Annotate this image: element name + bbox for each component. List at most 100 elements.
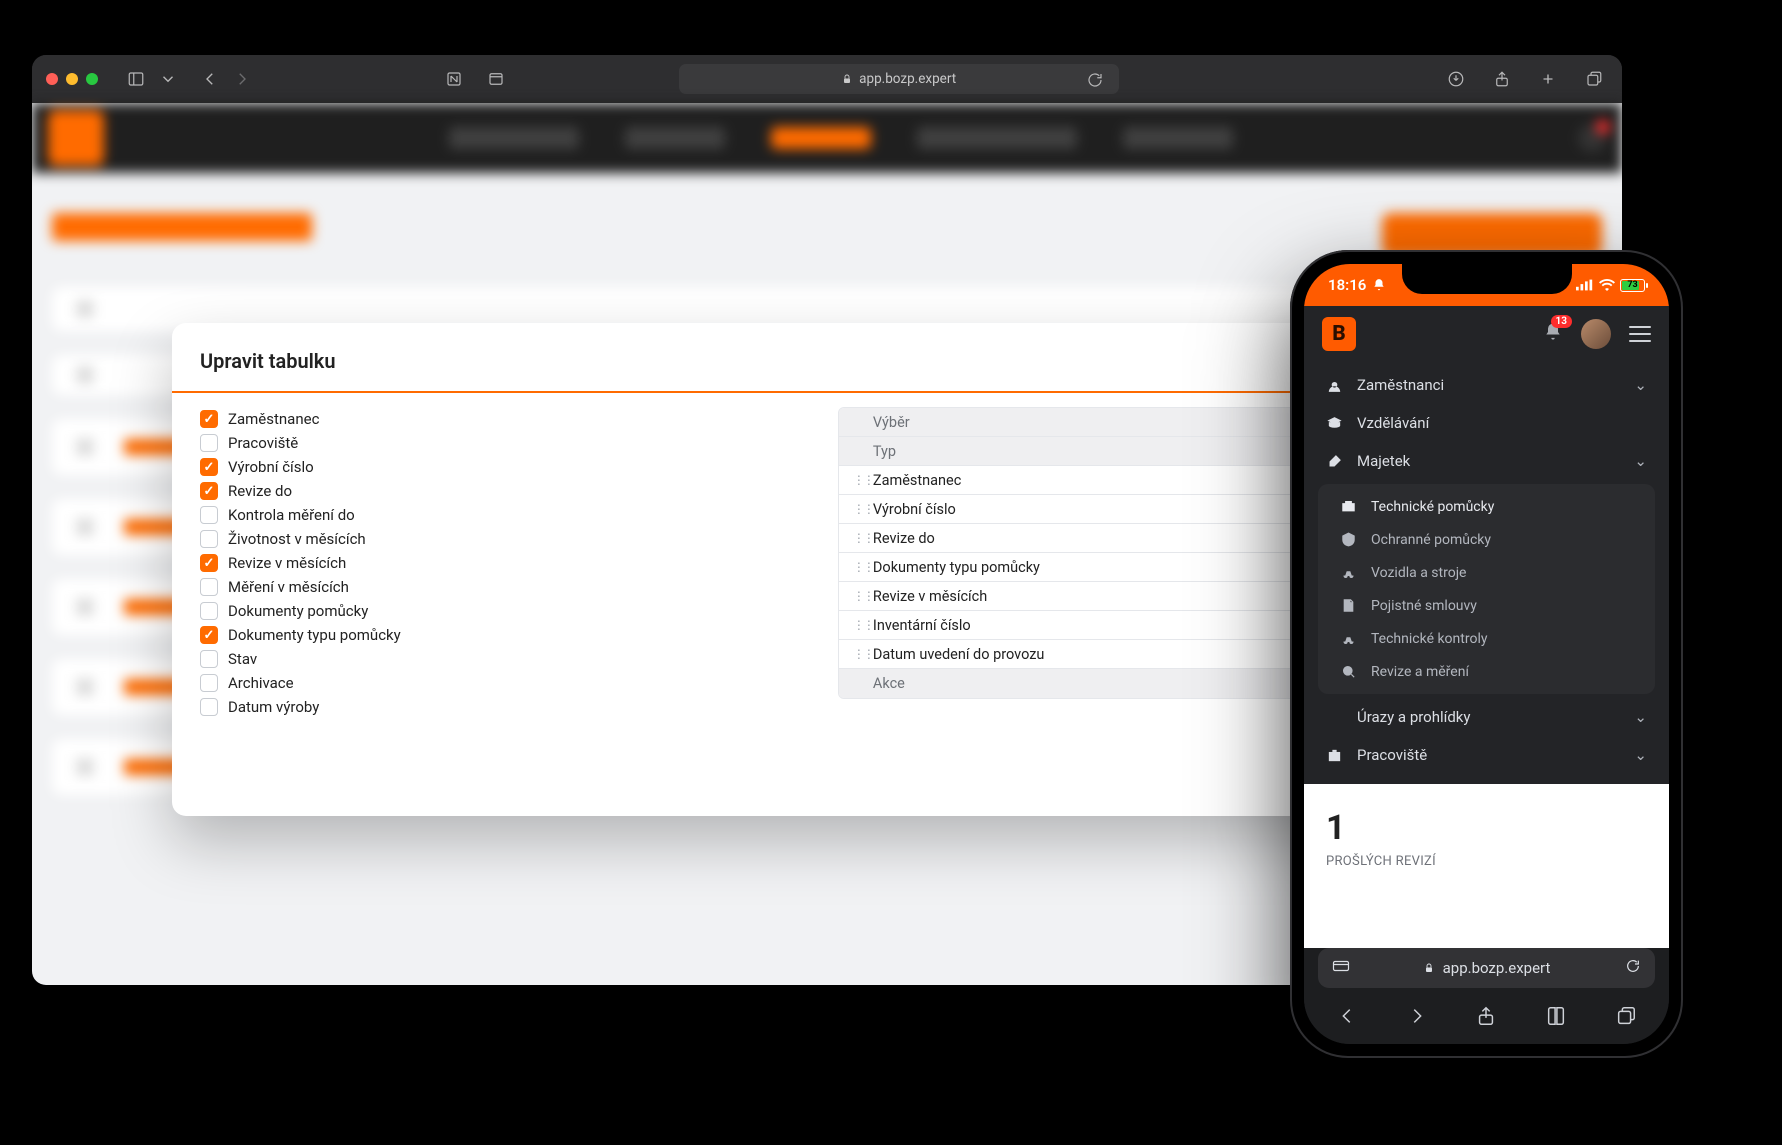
column-toggle-row[interactable]: Měření v měsících	[200, 575, 802, 599]
minimize-window-button[interactable]	[66, 73, 78, 85]
column-toggle-row[interactable]: Datum výroby	[200, 695, 802, 719]
checkbox[interactable]	[200, 602, 218, 620]
nav-subitem[interactable]: Pojistné smlouvy	[1318, 589, 1655, 622]
column-toggle-row[interactable]: Kontrola měření do	[200, 503, 802, 527]
checkbox[interactable]	[200, 554, 218, 572]
chevron-down-icon: ⌄	[1634, 746, 1647, 764]
window-traffic-lights	[46, 73, 98, 85]
downloads-icon[interactable]	[1442, 68, 1470, 90]
card-caption: PROŠLÝCH REVIZÍ	[1326, 854, 1647, 869]
checkbox-label: Datum výroby	[228, 698, 319, 716]
nav-item-vzdelavani[interactable]: Vzdělávání	[1304, 404, 1669, 442]
drag-handle-icon[interactable]: ⋮⋮	[853, 647, 865, 661]
checkbox-label: Zaměstnanec	[228, 410, 319, 428]
checkbox[interactable]	[200, 674, 218, 692]
back-button[interactable]	[196, 68, 224, 90]
text-size-icon[interactable]	[1332, 959, 1350, 977]
nav-subitem[interactable]: Technické kontroly	[1318, 622, 1655, 655]
nav-subitem[interactable]: Revize a měření	[1318, 655, 1655, 688]
nav-item-pracoviste[interactable]: Pracoviště ⌄	[1304, 736, 1669, 774]
chevron-down-icon[interactable]	[154, 68, 182, 90]
column-order-label: Revize v měsících	[873, 588, 987, 605]
drag-handle-icon[interactable]: ⋮⋮	[853, 473, 865, 487]
app-logo	[48, 110, 104, 166]
checkbox[interactable]	[200, 578, 218, 596]
checkbox-label: Kontrola měření do	[228, 506, 355, 524]
checkbox-label: Dokumenty pomůcky	[228, 602, 368, 620]
tabs-overview-icon[interactable]	[1615, 1005, 1637, 1031]
nav-subitem-icon	[1340, 597, 1357, 614]
checkbox[interactable]	[200, 482, 218, 500]
new-tab-icon[interactable]	[1534, 68, 1562, 90]
column-toggle-row[interactable]: Zaměstnanec	[200, 407, 802, 431]
bookmarks-icon[interactable]	[1545, 1005, 1567, 1031]
nav-subitem[interactable]: Technické pomůcky	[1318, 490, 1655, 523]
drag-handle-icon[interactable]: ⋮⋮	[853, 589, 865, 603]
address-bar[interactable]: app.bozp.expert	[679, 64, 1119, 94]
sidebar-icon[interactable]	[122, 68, 150, 90]
checkbox-label: Pracoviště	[228, 434, 298, 452]
checkbox-label: Výrobní číslo	[228, 458, 314, 476]
column-order-label: Výběr	[873, 414, 910, 431]
checkbox[interactable]	[200, 698, 218, 716]
checkbox-label: Životnost v měsících	[228, 530, 366, 548]
safari-toolbar: app.bozp.expert	[32, 55, 1622, 103]
modal-divider	[172, 391, 1482, 393]
iphone-notch	[1402, 264, 1572, 294]
nav-subitem[interactable]: Vozidla a stroje	[1318, 556, 1655, 589]
checkbox[interactable]	[200, 410, 218, 428]
column-order-label: Akce	[873, 675, 905, 692]
share-icon[interactable]	[1475, 1005, 1497, 1031]
notification-badge: 13	[1551, 315, 1572, 328]
notifications-icon	[1578, 124, 1606, 152]
checkbox[interactable]	[200, 458, 218, 476]
mobile-url-text: app.bozp.expert	[1443, 959, 1551, 977]
column-toggle-row[interactable]: Výrobní číslo	[200, 455, 802, 479]
nav-subitem-icon	[1340, 531, 1357, 548]
reload-button[interactable]	[1625, 958, 1641, 978]
column-toggle-row[interactable]: Archivace	[200, 671, 802, 695]
reload-button[interactable]	[1081, 69, 1109, 91]
column-toggle-row[interactable]: Revize v měsících	[200, 551, 802, 575]
avatar[interactable]	[1581, 319, 1611, 349]
drag-handle-icon[interactable]: ⋮⋮	[853, 531, 865, 545]
nav-subitem-label: Revize a měření	[1371, 664, 1469, 680]
column-order-label: Revize do	[873, 530, 935, 547]
hamburger-menu-button[interactable]	[1629, 326, 1651, 342]
forward-button[interactable]	[1406, 1005, 1428, 1031]
mobile-address-bar[interactable]: app.bozp.expert	[1318, 948, 1655, 988]
checkbox[interactable]	[200, 434, 218, 452]
forward-button[interactable]	[228, 68, 256, 90]
column-toggle-row[interactable]: Pracoviště	[200, 431, 802, 455]
nav-label: Pracoviště	[1357, 746, 1427, 764]
mobile-app-bar: B 13	[1304, 306, 1669, 362]
drag-handle-icon[interactable]: ⋮⋮	[853, 502, 865, 516]
edit-table-modal: Upravit tabulku ZaměstnanecPracovištěVýr…	[172, 323, 1482, 816]
chevron-down-icon: ⌄	[1634, 376, 1647, 394]
share-icon[interactable]	[1488, 68, 1516, 90]
mobile-notifications-button[interactable]: 13	[1543, 322, 1563, 346]
checkbox[interactable]	[200, 506, 218, 524]
column-toggle-row[interactable]: Dokumenty pomůcky	[200, 599, 802, 623]
checkbox[interactable]	[200, 530, 218, 548]
checkbox[interactable]	[200, 650, 218, 668]
close-window-button[interactable]	[46, 73, 58, 85]
column-toggle-row[interactable]: Dokumenty typu pomůcky	[200, 623, 802, 647]
nav-subitem-label: Technické pomůcky	[1371, 499, 1494, 515]
reader-icon[interactable]	[482, 68, 510, 90]
nav-item-majetek[interactable]: Majetek ⌄	[1304, 442, 1669, 480]
nav-subitem[interactable]: Ochranné pomůcky	[1318, 523, 1655, 556]
drag-handle-icon[interactable]: ⋮⋮	[853, 560, 865, 574]
column-toggle-row[interactable]: Stav	[200, 647, 802, 671]
mobile-app-logo[interactable]: B	[1322, 317, 1356, 351]
nav-item-urazy[interactable]: Úrazy a prohlídky ⌄	[1304, 698, 1669, 736]
notion-extension-icon[interactable]	[440, 68, 468, 90]
checkbox[interactable]	[200, 626, 218, 644]
nav-item-zamestnanci[interactable]: Zaměstnanci ⌄	[1304, 366, 1669, 404]
zoom-window-button[interactable]	[86, 73, 98, 85]
back-button[interactable]	[1336, 1005, 1358, 1031]
column-toggle-row[interactable]: Revize do	[200, 479, 802, 503]
column-toggle-row[interactable]: Životnost v měsících	[200, 527, 802, 551]
drag-handle-icon[interactable]: ⋮⋮	[853, 618, 865, 632]
tabs-overview-icon[interactable]	[1580, 68, 1608, 90]
